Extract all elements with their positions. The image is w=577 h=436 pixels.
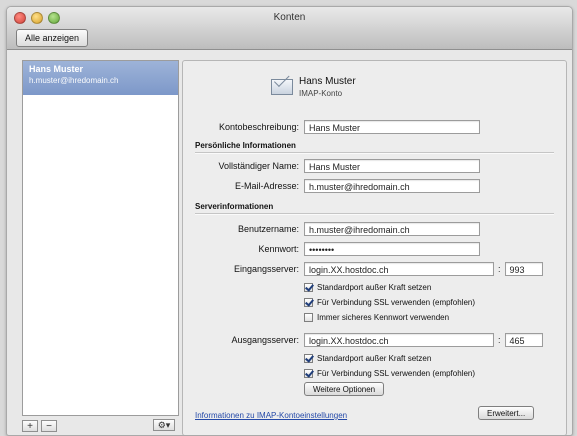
outgoing-ssl-label: Für Verbindung SSL verwenden (empfohlen)	[317, 369, 476, 378]
checkbox-checked-icon	[304, 283, 313, 292]
account-type: IMAP-Konto	[299, 89, 343, 98]
checkbox-checked-icon	[304, 298, 313, 307]
secure-password-label: Immer sicheres Kennwort verwenden	[317, 313, 450, 322]
incoming-override-port-label: Standardport außer Kraft setzen	[317, 283, 432, 292]
checkbox-unchecked-icon	[304, 313, 313, 322]
description-label: Kontobeschreibung:	[218, 122, 299, 132]
section-divider	[195, 152, 554, 154]
incoming-override-port-checkbox[interactable]: Standardport außer Kraft setzen	[304, 283, 431, 292]
personal-section-header: Persönliche Informationen	[195, 141, 296, 150]
incoming-server-field[interactable]: login.XX.hostdoc.ch	[304, 262, 494, 276]
username-label: Benutzername:	[237, 224, 299, 234]
account-header: Hans Muster IMAP-Konto	[271, 76, 356, 98]
fullname-field[interactable]: Hans Muster	[304, 159, 480, 173]
account-settings-panel: Hans Muster IMAP-Konto Kontobeschreibung…	[182, 60, 567, 435]
incoming-port-field[interactable]: 993	[504, 262, 543, 276]
checkbox-checked-icon	[304, 369, 313, 378]
incoming-server-label: Eingangsserver:	[233, 264, 299, 274]
sidebar-toolbar: + − ⚙▾	[22, 419, 177, 433]
more-options-button[interactable]: Weitere Optionen	[304, 382, 385, 396]
window-title: Konten	[273, 12, 306, 23]
outgoing-port-field[interactable]: 465	[504, 333, 543, 347]
sidebar-account-subtitle: h.muster@ihredomain.ch	[29, 76, 119, 85]
title-bar: Konten Alle anzeigen	[7, 7, 572, 50]
add-account-button[interactable]: +	[22, 420, 38, 432]
imap-help-link[interactable]: Informationen zu IMAP-Kontoeinstellungen	[195, 411, 347, 420]
accounts-window: Konten Alle anzeigen Hans Muster h.muste…	[6, 6, 573, 436]
outgoing-override-port-checkbox[interactable]: Standardport außer Kraft setzen	[304, 354, 431, 363]
fullname-label: Vollständiger Name:	[218, 161, 299, 171]
outgoing-ssl-checkbox[interactable]: Für Verbindung SSL verwenden (empfohlen)	[304, 369, 475, 378]
checkbox-checked-icon	[304, 354, 313, 363]
password-field[interactable]: ••••••••	[304, 242, 480, 256]
secure-password-checkbox[interactable]: Immer sicheres Kennwort verwenden	[304, 313, 449, 322]
sidebar-account-item[interactable]: Hans Muster h.muster@ihredomain.ch	[23, 61, 178, 95]
accounts-sidebar: Hans Muster h.muster@ihredomain.ch	[22, 60, 179, 416]
section-divider	[195, 213, 554, 215]
password-label: Kennwort:	[258, 244, 299, 254]
gear-icon[interactable]: ⚙▾	[153, 419, 175, 431]
show-all-button[interactable]: Alle anzeigen	[16, 29, 89, 47]
server-section-header: Serverinformationen	[195, 202, 274, 211]
incoming-ssl-label: Für Verbindung SSL verwenden (empfohlen)	[317, 298, 476, 307]
outgoing-override-port-label: Standardport außer Kraft setzen	[317, 354, 432, 363]
username-field[interactable]: h.muster@ihredomain.ch	[304, 222, 480, 236]
incoming-ssl-checkbox[interactable]: Für Verbindung SSL verwenden (empfohlen)	[304, 298, 475, 307]
description-field[interactable]: Hans Muster	[304, 120, 480, 134]
sidebar-account-title: Hans Muster	[29, 64, 84, 74]
advanced-button[interactable]: Erweitert...	[478, 406, 535, 420]
account-name: Hans Muster	[299, 76, 356, 87]
mail-icon	[271, 79, 293, 95]
email-field[interactable]: h.muster@ihredomain.ch	[304, 179, 480, 193]
remove-account-button[interactable]: −	[41, 420, 57, 432]
outgoing-server-field[interactable]: login.XX.hostdoc.ch	[304, 333, 494, 347]
outgoing-server-label: Ausgangsserver:	[231, 335, 299, 345]
email-label: E-Mail-Adresse:	[234, 181, 299, 191]
